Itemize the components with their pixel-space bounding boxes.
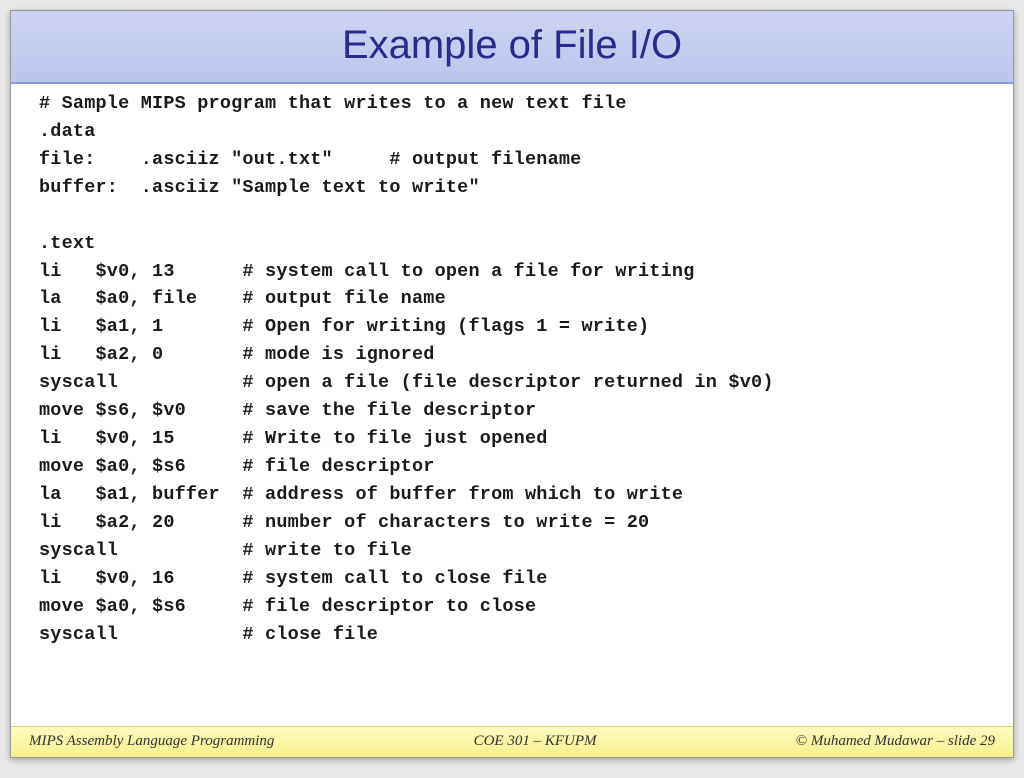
footer-center: COE 301 – KFUPM	[474, 733, 597, 750]
slide-content: # Sample MIPS program that writes to a n…	[11, 84, 1013, 726]
slide-footer: MIPS Assembly Language Programming COE 3…	[11, 726, 1013, 757]
title-bar: Example of File I/O	[11, 11, 1013, 84]
slide-title: Example of File I/O	[11, 23, 1013, 68]
code-block: # Sample MIPS program that writes to a n…	[39, 90, 995, 648]
slide: Example of File I/O # Sample MIPS progra…	[10, 10, 1014, 758]
footer-left: MIPS Assembly Language Programming	[29, 733, 274, 750]
footer-right: © Muhamed Mudawar – slide 29	[796, 733, 995, 750]
